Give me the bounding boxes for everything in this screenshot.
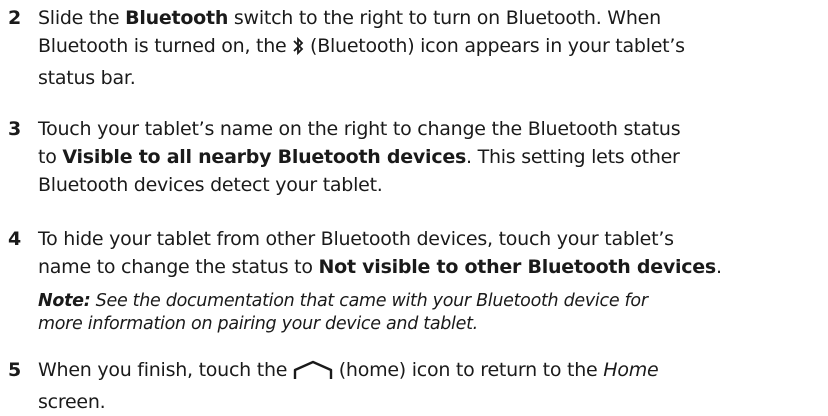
step-text: Touch your tablet’s name on the right to… xyxy=(38,115,824,199)
step-line: screen. xyxy=(38,391,106,413)
bluetooth-icon xyxy=(292,36,304,64)
step-line: status bar. xyxy=(38,67,136,89)
text-run: to xyxy=(38,146,63,168)
text-run: (home) icon to return to the xyxy=(332,359,604,381)
text-run: Bluetooth is turned on, the xyxy=(38,35,293,57)
step-line: To hide your tablet from other Bluetooth… xyxy=(38,228,674,250)
note-line: more information on pairing your device … xyxy=(38,314,478,334)
step-text: To hide your tablet from other Bluetooth… xyxy=(38,225,824,281)
step-line: Touch your tablet’s name on the right to… xyxy=(38,118,681,140)
step-number: 5 xyxy=(8,359,22,381)
step-line: Bluetooth is turned on, the (Bluetooth) … xyxy=(38,32,824,64)
text-run: Slide the xyxy=(38,7,126,29)
text-run: (Bluetooth) icon appears in your tablet’… xyxy=(304,35,685,57)
bold-text: Not visible to other Bluetooth devices xyxy=(318,256,717,278)
step-text: When you finish, touch the (home) icon t… xyxy=(38,356,824,416)
text-run: When you finish, touch the xyxy=(38,359,293,381)
step-number: 2 xyxy=(8,7,22,29)
step-line: to Visible to all nearby Bluetooth devic… xyxy=(38,143,824,171)
step-line: Bluetooth devices detect your tablet. xyxy=(38,174,383,196)
note: Note: See the documentation that came wi… xyxy=(38,290,648,336)
italic-text: Home xyxy=(603,359,659,381)
step-number: 4 xyxy=(8,228,22,250)
step-line: When you finish, touch the (home) icon t… xyxy=(38,356,824,388)
text-run: name to change the status to xyxy=(38,256,319,278)
text-run: See the documentation that came with you… xyxy=(90,291,648,311)
bold-text: Visible to all nearby Bluetooth devices xyxy=(62,146,467,168)
bold-text: Bluetooth xyxy=(125,7,229,29)
step-line: name to change the status to Not visible… xyxy=(38,253,824,281)
note-line: Note: See the documentation that came wi… xyxy=(38,290,648,313)
note-label: Note: xyxy=(38,291,91,311)
step-number: 3 xyxy=(8,118,22,140)
step-line: Slide the Bluetooth switch to the right … xyxy=(38,4,824,32)
text-run: . xyxy=(715,256,722,278)
home-icon xyxy=(293,360,333,388)
text-run: switch to the right to turn on Bluetooth… xyxy=(228,7,661,29)
step-text: Slide the Bluetooth switch to the right … xyxy=(38,4,824,92)
text-run: . This setting lets other xyxy=(466,146,680,168)
